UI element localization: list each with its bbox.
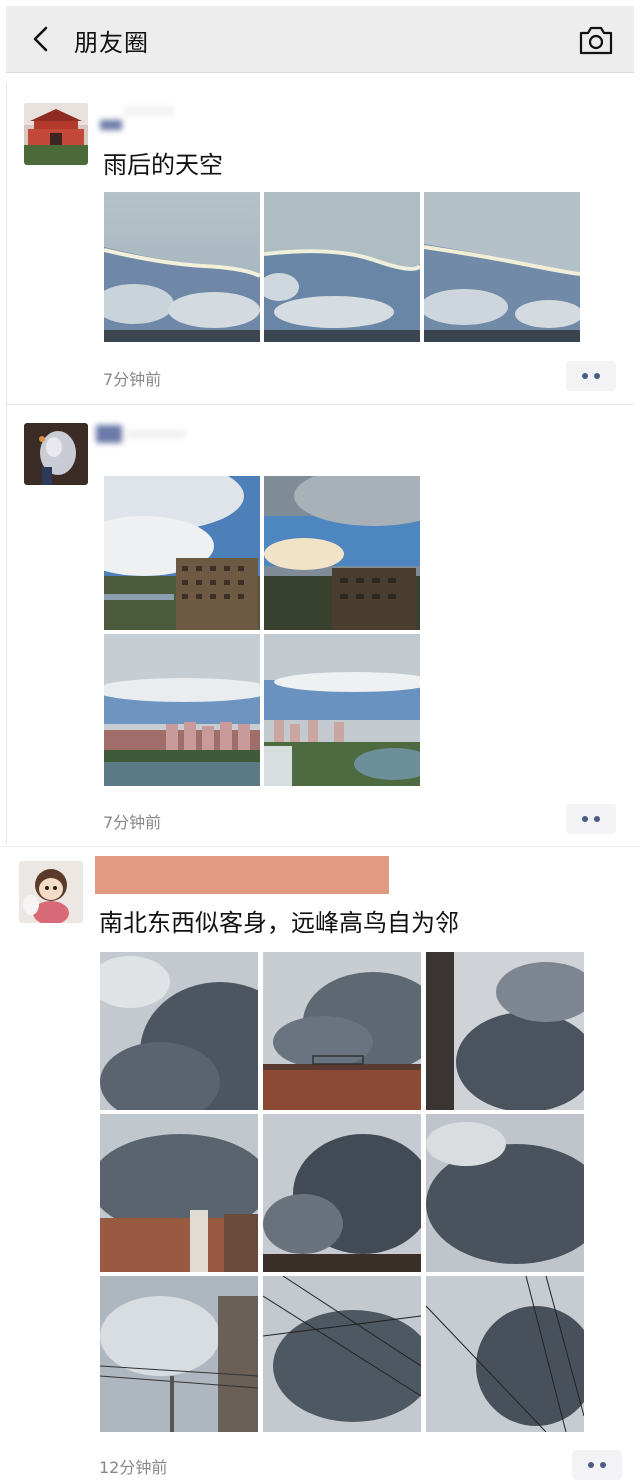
post-caption: 南北东西似客身，远峰高鸟自为邻: [99, 909, 459, 937]
avatar[interactable]: [24, 103, 88, 165]
post-photo[interactable]: [264, 476, 420, 630]
more-options-button[interactable]: [566, 361, 616, 391]
post-time: 12分钟前: [99, 1458, 168, 1477]
post-photo[interactable]: [263, 1276, 421, 1432]
post-photo[interactable]: [100, 952, 258, 1110]
post-time: 7分钟前: [103, 813, 162, 832]
camera-icon[interactable]: [578, 24, 614, 56]
post-photo[interactable]: [426, 1276, 584, 1432]
post-photo[interactable]: [100, 1276, 258, 1432]
more-options-button[interactable]: [572, 1450, 622, 1480]
post-photo[interactable]: [104, 634, 260, 786]
avatar[interactable]: [19, 861, 83, 923]
top-bar: 朋友圈: [6, 6, 634, 73]
divider: [6, 84, 7, 844]
post-time: 7分钟前: [103, 370, 162, 389]
post-photo[interactable]: [264, 634, 420, 786]
post-photo[interactable]: [426, 1114, 584, 1272]
username-redacted: [94, 421, 194, 449]
post-photo[interactable]: [424, 192, 580, 342]
divider: [0, 846, 640, 847]
post-caption: 雨后的天空: [103, 151, 223, 179]
post-photo[interactable]: [104, 192, 260, 342]
post-photo[interactable]: [104, 476, 260, 630]
chevron-left-icon[interactable]: [26, 24, 56, 54]
page-title: 朋友圈: [74, 29, 149, 57]
divider: [6, 404, 634, 405]
post-photo[interactable]: [263, 1114, 421, 1272]
username-redacted: [95, 856, 389, 894]
post-photo[interactable]: [426, 952, 584, 1110]
post-photo[interactable]: [264, 192, 420, 342]
avatar[interactable]: [24, 423, 88, 485]
post-photo[interactable]: [263, 952, 421, 1110]
post-photo[interactable]: [100, 1114, 258, 1272]
username-redacted: [94, 100, 184, 132]
more-options-button[interactable]: [566, 804, 616, 834]
